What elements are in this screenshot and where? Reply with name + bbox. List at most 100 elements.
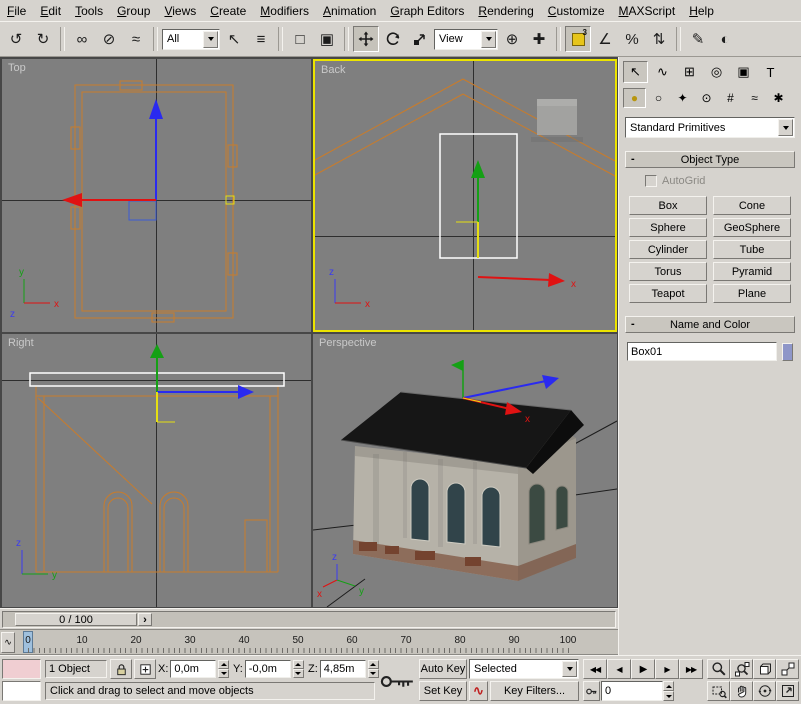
object-name-input[interactable] (627, 342, 777, 361)
cameras-category-button[interactable]: ⊙ (695, 88, 718, 108)
previous-frame-button[interactable]: ◀ (607, 659, 631, 679)
menu-item[interactable]: Views (157, 1, 203, 21)
angle-snap-toggle-button[interactable]: ∠ (592, 26, 618, 52)
viewport-label-perspective[interactable]: Perspective (319, 337, 376, 349)
primitive-tube-button[interactable]: Tube (713, 240, 791, 259)
set-key-button[interactable]: Set Key (419, 681, 467, 701)
select-by-name-button[interactable]: ≡ (248, 26, 274, 52)
pan-button[interactable] (730, 681, 753, 701)
y-coordinate-field[interactable]: -0,0m (245, 660, 291, 678)
primitive-plane-button[interactable]: Plane (713, 284, 791, 303)
key-filters-button[interactable]: Key Filters... (490, 681, 579, 701)
snap-toggle-button[interactable]: 3 (565, 26, 591, 52)
primitive-cone-button[interactable]: Cone (713, 196, 791, 215)
menu-item[interactable]: MAXScript (612, 1, 683, 21)
object-type-rollout-header[interactable]: - Object Type (625, 151, 795, 168)
frame-spinner[interactable] (663, 681, 674, 701)
track-bar[interactable]: ∿ 0102030405060708090100 (0, 629, 618, 655)
primitive-cylinder-button[interactable]: Cylinder (629, 240, 707, 259)
viewport-back-active[interactable]: Back (313, 59, 617, 332)
unlink-selection-button[interactable]: ⊘ (96, 26, 122, 52)
window-crossing-toggle-button[interactable]: ▣ (314, 26, 340, 52)
primitive-sphere-button[interactable]: Sphere (629, 218, 707, 237)
x-coordinate-spinner[interactable] (218, 660, 229, 678)
geometry-category-button[interactable]: ● (623, 88, 646, 108)
viewport-label-top[interactable]: Top (8, 62, 26, 74)
house-model[interactable] (341, 392, 584, 581)
go-to-end-button[interactable]: ▶▶ (679, 659, 703, 679)
menu-item[interactable]: File (0, 1, 33, 21)
undo-button[interactable]: ↺ (3, 26, 29, 52)
y-coordinate-spinner[interactable] (293, 660, 304, 678)
default-in-out-tangents-button[interactable]: ∿ (469, 681, 488, 701)
bind-to-spacewarp-button[interactable]: ≈ (123, 26, 149, 52)
object-color-swatch[interactable] (782, 343, 793, 361)
percent-snap-toggle-button[interactable]: % (619, 26, 645, 52)
current-frame-field[interactable]: 0 (601, 681, 663, 701)
dropdown-arrow-icon[interactable] (481, 31, 496, 48)
zoom-button[interactable] (707, 659, 730, 679)
dropdown-arrow-icon[interactable] (778, 119, 793, 136)
z-coordinate-field[interactable]: 4,85m (320, 660, 366, 678)
mini-curve-editor-button[interactable]: ∿ (1, 632, 15, 653)
lights-category-button[interactable]: ✦ (671, 88, 694, 108)
spinner-snap-toggle-button[interactable]: ⇅ (646, 26, 672, 52)
menu-item[interactable]: Rendering (471, 1, 540, 21)
menu-item[interactable]: Graph Editors (383, 1, 471, 21)
helpers-category-button[interactable]: # (719, 88, 742, 108)
hierarchy-tab[interactable]: ⊞ (677, 61, 702, 83)
primitive-pyramid-button[interactable]: Pyramid (713, 262, 791, 281)
select-and-move-button[interactable] (353, 26, 379, 52)
primitive-geosphere-button[interactable]: GeoSphere (713, 218, 791, 237)
utilities-tab[interactable]: T (758, 61, 783, 83)
systems-category-button[interactable]: ✱ (767, 88, 790, 108)
menu-item[interactable]: Group (110, 1, 157, 21)
time-slider-handle[interactable]: 0 / 100 (15, 613, 137, 626)
dropdown-arrow-icon[interactable] (562, 661, 577, 677)
reference-coordinate-system-dropdown[interactable]: View (434, 29, 498, 50)
shapes-category-button[interactable]: ○ (647, 88, 670, 108)
dropdown-arrow-icon[interactable] (203, 31, 218, 48)
select-object-button[interactable]: ↖ (221, 26, 247, 52)
primitive-box-button[interactable]: Box (629, 196, 707, 215)
modify-tab[interactable]: ∿ (650, 61, 675, 83)
menu-item[interactable]: Edit (33, 1, 68, 21)
next-frame-button[interactable]: ▶ (655, 659, 679, 679)
motion-tab[interactable]: ◎ (704, 61, 729, 83)
arc-rotate-button[interactable] (753, 681, 776, 701)
selection-lock-toggle-button[interactable] (110, 659, 132, 679)
viewport-top[interactable]: Top (2, 59, 311, 332)
auto-key-button[interactable]: Auto Key (419, 659, 467, 679)
macro-recorder-mini-listener[interactable] (2, 659, 41, 679)
edit-named-selection-sets-button[interactable]: ✎ (685, 26, 711, 52)
spacewarps-category-button[interactable]: ≈ (743, 88, 766, 108)
viewport-perspective[interactable]: Perspective (313, 334, 617, 607)
move-gizmo[interactable] (62, 99, 234, 220)
time-slider-track[interactable]: 0 / 100 › (2, 611, 616, 628)
move-gizmo[interactable] (150, 344, 254, 422)
menu-item[interactable]: Animation (316, 1, 383, 21)
zoom-extents-all-button[interactable] (776, 659, 799, 679)
menu-item[interactable]: Create (203, 1, 253, 21)
play-animation-button[interactable]: ▶ (631, 659, 655, 679)
time-slider-next-button[interactable]: › (138, 613, 152, 626)
select-and-manipulate-button[interactable]: ✚ (526, 26, 552, 52)
menu-item[interactable]: Modifiers (253, 1, 316, 21)
maxscript-mini-listener[interactable] (2, 681, 41, 701)
use-pivot-center-button[interactable]: ⊕ (499, 26, 525, 52)
absolute-offset-mode-button[interactable] (134, 659, 156, 679)
select-and-scale-button[interactable] (407, 26, 433, 52)
go-to-start-button[interactable]: ◀◀ (583, 659, 607, 679)
key-mode-toggle-button[interactable] (583, 681, 600, 701)
viewport-right[interactable]: Right (2, 334, 311, 607)
min-max-toggle-button[interactable] (776, 681, 799, 701)
menu-item[interactable]: Customize (541, 1, 612, 21)
x-coordinate-field[interactable]: 0,0m (170, 660, 216, 678)
select-and-rotate-button[interactable] (380, 26, 406, 52)
primitive-category-dropdown[interactable]: Standard Primitives (625, 117, 795, 138)
zoom-extents-button[interactable] (753, 659, 776, 679)
selection-filter-dropdown[interactable]: All (162, 29, 220, 50)
primitive-torus-button[interactable]: Torus (629, 262, 707, 281)
display-tab[interactable]: ▣ (731, 61, 756, 83)
select-and-link-button[interactable]: ∞ (69, 26, 95, 52)
